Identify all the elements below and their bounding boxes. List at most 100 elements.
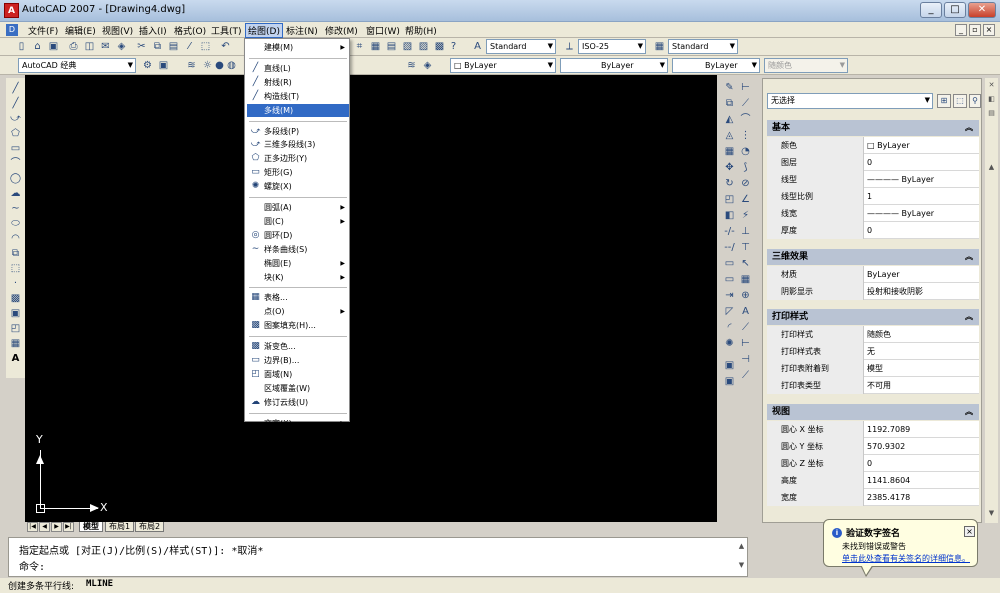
workspace-settings-icon[interactable]: ⚙ — [140, 58, 155, 73]
doc-minimize-button[interactable]: _ — [955, 24, 967, 36]
mirror-icon[interactable]: ◭ — [722, 112, 737, 127]
prop-row[interactable]: 圆心 Y 坐标 570.9302 — [767, 438, 979, 455]
draw-menu-item[interactable]: 文字(X) ▶ — [247, 417, 349, 430]
dim-update-icon[interactable]: ⊢ — [738, 336, 753, 351]
tab-model[interactable]: 模型 — [79, 522, 103, 532]
point-icon[interactable]: · — [8, 277, 23, 291]
menu-file[interactable]: 文件(F) — [28, 24, 58, 37]
prop-row[interactable]: 打印样式表无 — [767, 343, 979, 360]
insert-block-icon[interactable]: ⧉ — [8, 247, 23, 261]
angular-dim-icon[interactable]: ∠ — [738, 192, 753, 207]
draw-menu-item[interactable]: ▦ 表格... — [247, 291, 349, 304]
break-icon[interactable]: ▭ — [722, 256, 737, 271]
workspace-save-icon[interactable]: ▣ — [156, 58, 171, 73]
undo-icon[interactable]: ↶ — [218, 39, 233, 54]
trim-icon[interactable]: -/- — [722, 224, 737, 239]
toolbar-icon-b[interactable]: ▦ — [368, 39, 383, 54]
draw-menu-item[interactable]: ▭ 边界(B)... — [247, 354, 349, 367]
draw-menu-item[interactable]: ▩ 图案填充(H)... — [247, 319, 349, 332]
copy-icon[interactable]: ⧉ — [150, 39, 165, 54]
match-properties-icon[interactable]: ⁄ — [182, 39, 197, 54]
draw-menu-item[interactable]: ▩ 渐变色... — [247, 340, 349, 353]
draworder-icon-b[interactable]: ▣ — [722, 374, 737, 389]
prop-row[interactable]: 圆心 Z 坐标 0 — [767, 455, 979, 472]
draw-menu-item[interactable]: ☁ 修订云线(U) — [247, 396, 349, 409]
draw-menu-item[interactable]: 圆弧(A) ▶ — [247, 201, 349, 214]
diameter-dim-icon[interactable]: ⊘ — [738, 176, 753, 191]
tab-layout1[interactable]: 布局1 — [105, 522, 135, 532]
offset-icon[interactable]: ◬ — [722, 128, 737, 143]
dim-text-edit-icon[interactable]: ⟋ — [738, 320, 753, 335]
next-tab-icon[interactable]: ▶ — [51, 522, 62, 532]
prop-row[interactable]: 线型 ———— ByLayer — [767, 171, 979, 188]
maximize-button[interactable]: □ — [944, 2, 966, 18]
palette-scrollbar[interactable]: ✕ ◧ ▤ ▲ ▼ — [985, 78, 998, 523]
draw-menu-item[interactable]: 块(K) ▶ — [247, 271, 349, 284]
draw-menu-item[interactable]: 建模(M) ▶ — [247, 41, 349, 54]
menu-insert[interactable]: 插入(I) — [139, 24, 167, 37]
first-tab-icon[interactable]: |◀ — [27, 522, 38, 532]
polyline-icon[interactable]: ⤻ — [8, 112, 23, 126]
cut-icon[interactable]: ✂ — [134, 39, 149, 54]
palette-properties-icon[interactable]: ▤ — [986, 108, 997, 119]
section-general[interactable]: 基本 ︽ — [767, 120, 979, 136]
menu-window[interactable]: 窗口(W) — [366, 24, 400, 37]
revcloud-icon[interactable]: ☁ — [8, 187, 23, 201]
save-icon[interactable]: ▣ — [46, 39, 61, 54]
xline-icon[interactable]: ╱ — [8, 97, 23, 111]
layer-previous-icon[interactable]: ≋ — [404, 58, 419, 73]
draw-menu-item[interactable]: 区域覆盖(W) — [247, 382, 349, 395]
menu-modify[interactable]: 修改(M) — [325, 24, 358, 37]
continue-dim-icon[interactable]: ⊤ — [738, 240, 753, 255]
command-prompt[interactable]: 命令: — [19, 558, 45, 573]
prop-row[interactable]: 宽度 2385.4178 — [767, 489, 979, 506]
rectangle-icon[interactable]: ▭ — [8, 142, 23, 156]
break-at-point-icon[interactable]: ▭ — [722, 272, 737, 287]
publish-icon[interactable]: ✉ — [98, 39, 113, 54]
menu-dimension[interactable]: 标注(N) — [286, 24, 318, 37]
menu-view[interactable]: 视图(V) — [102, 24, 133, 37]
balloon-close-button[interactable]: × — [964, 526, 975, 537]
last-tab-icon[interactable]: ▶| — [63, 522, 74, 532]
fillet-icon[interactable]: ◜ — [722, 320, 737, 335]
quick-leader-icon[interactable]: ↖ — [738, 256, 753, 271]
draw-menu-item[interactable]: ✺ 螺旋(X) — [247, 180, 349, 193]
cmd-scroll-down-icon[interactable]: ▼ — [736, 560, 747, 571]
prop-row[interactable]: 图层 0 — [767, 154, 979, 171]
ellipse-arc-icon[interactable]: ◠ — [8, 232, 23, 246]
command-window[interactable]: 指定起点或 [对正(J)/比例(S)/样式(ST)]: *取消* 命令: ▲ ▼ — [8, 537, 748, 577]
mtext-icon[interactable]: A — [8, 352, 23, 366]
baseline-dim-icon[interactable]: ⊥ — [738, 224, 753, 239]
erase-icon[interactable]: ✎ — [722, 80, 737, 95]
prev-tab-icon[interactable]: ◀ — [39, 522, 50, 532]
make-block-icon[interactable]: ⬚ — [8, 262, 23, 276]
menu-help[interactable]: 帮助(H) — [405, 24, 437, 37]
paste-icon[interactable]: ▤ — [166, 39, 181, 54]
toolbar-icon-d[interactable]: ▧ — [400, 39, 415, 54]
calculator-icon[interactable]: ▩ — [432, 39, 447, 54]
new-icon[interactable]: ▯ — [14, 39, 29, 54]
rotate-icon[interactable]: ↻ — [722, 176, 737, 191]
plotstyle-select[interactable]: 随颜色 ▼ — [764, 58, 848, 73]
gradient-icon[interactable]: ▣ — [8, 307, 23, 321]
make-current-icon[interactable]: ◈ — [420, 58, 435, 73]
draw-menu-item[interactable]: 点(O) ▶ — [247, 305, 349, 318]
extend-icon[interactable]: --/ — [722, 240, 737, 255]
prop-row[interactable]: 圆心 X 坐标 1192.7089 — [767, 421, 979, 438]
line-icon[interactable]: ╱ — [8, 82, 23, 96]
cmd-scroll-up-icon[interactable]: ▲ — [736, 541, 747, 552]
prop-row[interactable]: 材质 ByLayer — [767, 266, 979, 283]
draw-menu-item[interactable]: ⤻ 多段线(P) — [247, 125, 349, 138]
pickadd-icon[interactable]: ⚲ — [969, 94, 981, 108]
minimize-button[interactable]: _ — [920, 2, 942, 18]
open-icon[interactable]: ⌂ — [30, 39, 45, 54]
arc-icon[interactable]: ⌒ — [8, 157, 23, 171]
print-icon[interactable]: ⎙ — [66, 39, 81, 54]
balloon-details-link[interactable]: 单击此处查看有关签名的详细信息。 — [842, 553, 970, 564]
toolbar-icon-c[interactable]: ▤ — [384, 39, 399, 54]
doc-restore-button[interactable]: ▫ — [969, 24, 981, 36]
tab-layout2[interactable]: 布局2 — [135, 522, 165, 532]
menu-draw[interactable]: 绘图(D) — [245, 23, 283, 38]
menu-format[interactable]: 格式(O) — [174, 24, 206, 37]
prop-row[interactable]: 阴影显示 投射和接收阴影 — [767, 283, 979, 300]
